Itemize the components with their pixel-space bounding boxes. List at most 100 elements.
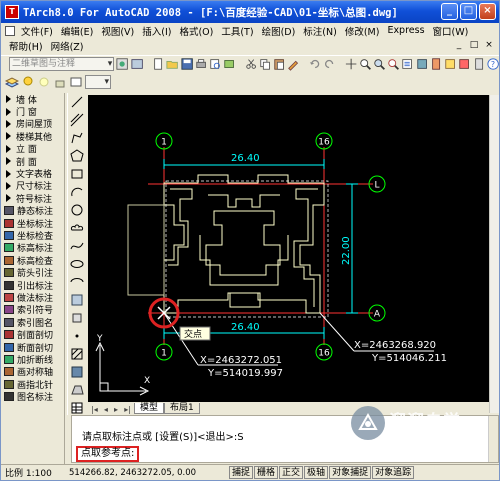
tarch-menu-item[interactable]: 剖面剖切 [3,328,64,341]
pan-icon[interactable] [345,57,357,71]
table-icon[interactable] [70,401,84,415]
tarch-menu-item[interactable]: 箭头引注 [3,266,64,279]
arc-icon[interactable] [70,185,84,199]
ortho-toggle[interactable]: 正交 [279,466,304,479]
construction-line-icon[interactable] [70,113,84,127]
tarch-menu-item[interactable]: 标高标注 [3,242,64,254]
plot-preview-icon[interactable] [209,57,221,71]
properties-icon[interactable] [401,57,413,71]
publish-icon[interactable] [223,57,235,71]
zoom-window-icon[interactable] [373,57,385,71]
tarch-menu-item[interactable]: 图名标注 [3,390,64,403]
markup-icon[interactable] [458,57,470,71]
command-scrollbar[interactable] [488,416,498,462]
revision-cloud-icon[interactable] [70,221,84,235]
tarch-menu-item[interactable]: 画指北针 [3,378,64,391]
tarch-menu-item[interactable]: 坐标标注 [3,217,64,230]
zoom-previous-icon[interactable] [387,57,400,71]
tarch-menu-item[interactable]: 剖 面 [3,155,64,168]
workspace-settings-icon[interactable] [116,57,129,71]
tarch-menu-item[interactable]: 楼梯其他 [3,130,64,143]
zoom-realtime-icon[interactable] [359,57,371,71]
help-icon[interactable]: ? [487,57,499,71]
tab-layout1[interactable]: 布局1 [164,403,200,414]
polyline-icon[interactable] [70,131,84,145]
redo-icon[interactable] [323,57,335,71]
menu-edit[interactable]: 编辑(E) [57,24,97,38]
vertical-scrollbar[interactable] [489,95,499,413]
tarch-menu-item[interactable]: 标高检查 [3,254,64,267]
line-icon[interactable] [70,95,84,109]
polar-toggle[interactable]: 极轴 [304,466,329,479]
menu-dimension[interactable]: 标注(N) [299,24,341,38]
snap-toggle[interactable]: 捕捉 [229,466,254,479]
tarch-menu-item[interactable]: 索引符号 [3,304,64,316]
sheet-set-icon[interactable] [444,57,456,71]
menu-tools[interactable]: 工具(T) [217,24,257,38]
region-icon[interactable] [70,383,84,397]
menu-file[interactable]: 文件(F) [17,24,57,38]
design-center-icon[interactable] [416,57,428,71]
menu-network[interactable]: 网络(Z) [47,39,88,53]
tab-first-button[interactable]: |◂ [91,405,98,414]
hatch-icon[interactable] [70,347,84,361]
tarch-menu-item[interactable]: 静态标注 [3,205,64,217]
tarch-menu-item[interactable]: 坐标检查 [3,229,64,242]
tarch-menu-item[interactable]: 符号标注 [3,192,64,205]
open-file-icon[interactable] [166,57,179,71]
gradient-icon[interactable] [70,365,84,379]
tool-palettes-icon[interactable] [430,57,442,71]
close-button[interactable]: × [479,3,496,20]
menu-window[interactable]: 窗口(W) [429,24,473,38]
layer-on-icon[interactable] [21,75,35,89]
menu-express[interactable]: Express [383,25,428,36]
tab-next-button[interactable]: ▸ [114,405,118,414]
ellipse-arc-icon[interactable] [70,275,84,289]
ellipse-icon[interactable] [70,257,84,271]
maximize-button[interactable]: □ [460,3,477,20]
copy-icon[interactable] [259,57,271,71]
tarch-menu-item[interactable]: 画对称轴 [3,366,64,378]
tarch-menu-item[interactable]: 立 面 [3,143,64,155]
layer-unlock-icon[interactable] [53,75,67,89]
tarch-menu-item[interactable]: 引出标注 [3,279,64,292]
doc-close-button[interactable]: × [483,40,495,52]
polygon-icon[interactable] [70,149,84,163]
layer-thaw-icon[interactable] [37,75,51,89]
tool-palette-icon[interactable] [130,57,143,71]
match-properties-icon[interactable] [287,57,299,71]
spline-icon[interactable] [70,239,84,253]
osnap-toggle[interactable]: 对象捕捉 [329,466,372,479]
tarch-menu-item[interactable]: 门 窗 [3,105,64,118]
drawing-canvas[interactable]: 26.40 26.40 22.00 1 16 1 16 L A X=246327… [88,95,489,402]
plot-icon[interactable] [195,57,207,71]
grid-toggle[interactable]: 栅格 [254,466,279,479]
point-icon[interactable] [70,329,84,343]
tarch-menu-item[interactable]: 索引图名 [3,316,64,329]
scale-indicator[interactable]: 比例 1:100 [1,466,69,479]
menu-modify[interactable]: 修改(M) [341,24,384,38]
menu-draw[interactable]: 绘图(D) [258,24,300,38]
menu-format[interactable]: 格式(O) [175,24,217,38]
tarch-menu-item[interactable]: 加折断线 [3,353,64,366]
rectangle-icon[interactable] [70,167,84,181]
tab-model[interactable]: 模型 [134,403,165,414]
minimize-button[interactable]: _ [441,3,458,20]
new-file-icon[interactable] [152,57,164,71]
tab-prev-button[interactable]: ◂ [104,405,108,414]
otrack-toggle[interactable]: 对象追踪 [372,466,415,479]
menu-view[interactable]: 视图(V) [97,24,138,38]
menu-help[interactable]: 帮助(H) [5,39,47,53]
save-icon[interactable] [180,57,193,71]
paste-icon[interactable] [273,57,285,71]
tarch-menu-item[interactable]: 断面剖切 [3,341,64,354]
tab-last-button[interactable]: ▸| [124,405,131,414]
layer-combo[interactable] [85,75,111,89]
insert-block-icon[interactable] [70,293,84,307]
doc-restore-button[interactable]: □ [468,40,480,52]
command-prompt[interactable]: 点取参考点: [76,446,140,462]
doc-minimize-button[interactable]: _ [453,40,465,52]
tarch-menu-item[interactable]: 房间屋顶 [3,118,64,130]
menu-insert[interactable]: 插入(I) [138,24,175,38]
layer-manager-icon[interactable] [5,75,19,89]
